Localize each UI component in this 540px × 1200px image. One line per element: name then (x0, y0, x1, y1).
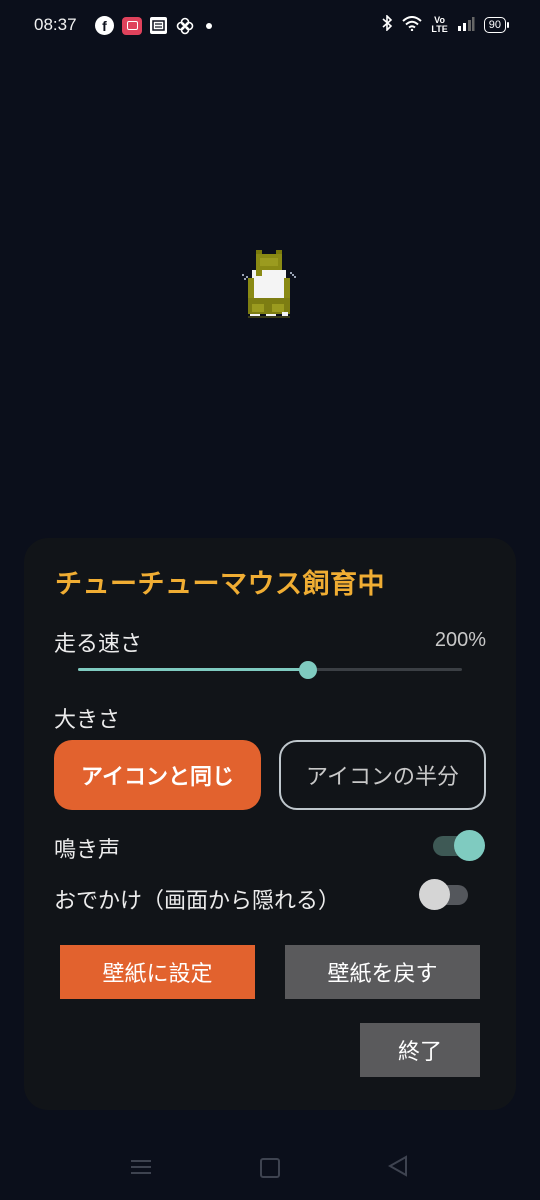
slider-thumb[interactable] (299, 661, 318, 679)
size-label: 大きさ (54, 708, 121, 733)
toggle-knob (419, 879, 450, 910)
bluetooth-icon (381, 14, 393, 35)
system-icons: Vo LTE 90 (381, 14, 510, 35)
panel-title: チューチューマウス飼育中 (55, 569, 385, 600)
sound-toggle[interactable] (433, 830, 485, 861)
outing-toggle[interactable] (419, 879, 468, 910)
toggle-knob (454, 830, 485, 861)
volte-icon: Vo LTE (431, 15, 448, 34)
set-wallpaper-button[interactable]: 壁紙に設定 (60, 945, 255, 999)
speed-label: 走る速さ (54, 632, 143, 657)
news-icon (150, 17, 167, 34)
size-same-as-icon-button[interactable]: アイコンと同じ (54, 740, 261, 810)
settings-panel: チューチューマウス飼育中 走る速さ 200% 大きさ アイコンと同じ アイコンの… (24, 538, 516, 1110)
status-bar: 08:37 f Vo LTE 90 (0, 0, 540, 54)
navigation-bar (0, 1140, 540, 1200)
screen-record-icon (122, 16, 142, 35)
speed-value: 200% (434, 629, 486, 651)
back-triangle-icon[interactable] (387, 1155, 408, 1181)
recents-menu-icon[interactable] (131, 1156, 151, 1178)
hamster-pet-sprite[interactable] (242, 246, 298, 332)
sound-label: 鳴き声 (54, 838, 121, 863)
facebook-icon: f (95, 16, 114, 35)
battery-icon: 90 (483, 17, 510, 33)
wifi-icon (402, 15, 423, 35)
size-half-icon-button[interactable]: アイコンの半分 (279, 740, 486, 810)
notification-icons: f (95, 16, 212, 35)
slider-fill (78, 668, 309, 671)
signal-icon (457, 16, 475, 35)
home-square-icon[interactable] (260, 1158, 280, 1178)
outing-label: おでかけ（画面から隠れる） (54, 889, 341, 914)
pinwheel-icon (175, 16, 194, 35)
speed-slider[interactable] (78, 661, 462, 679)
restore-wallpaper-button[interactable]: 壁紙を戻す (285, 945, 480, 999)
more-notifications-dot (206, 22, 212, 29)
quit-button[interactable]: 終了 (360, 1023, 480, 1077)
status-time: 08:37 (34, 15, 77, 34)
